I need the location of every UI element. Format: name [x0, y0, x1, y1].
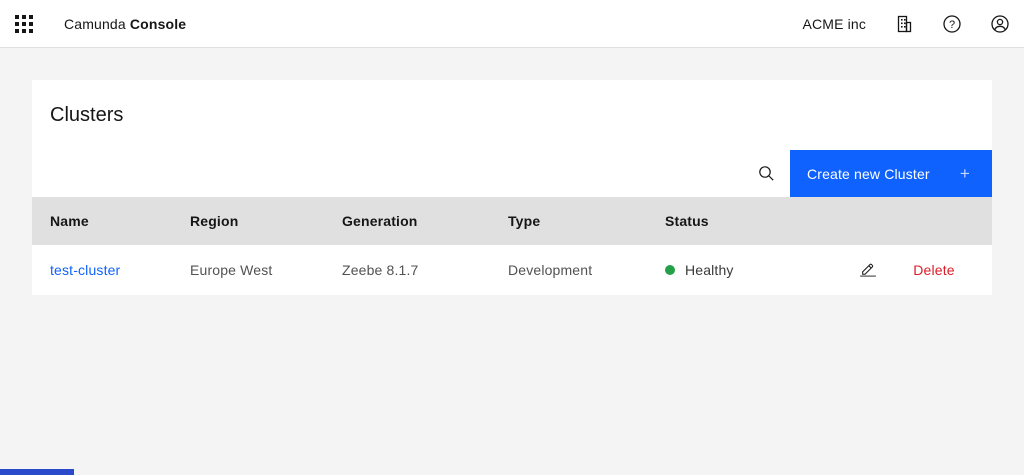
column-header-generation: Generation: [342, 213, 418, 229]
cell-name: test-cluster: [50, 262, 190, 278]
organization-name: ACME inc: [802, 15, 866, 32]
healthy-status-dot: [665, 265, 675, 275]
column-header-name: Name: [50, 213, 89, 229]
plus-icon: +: [959, 163, 970, 183]
user-menu-button[interactable]: [976, 0, 1024, 47]
cell-edit: [844, 257, 892, 283]
cell-status: Healthy: [665, 262, 844, 278]
svg-text:?: ?: [949, 19, 955, 31]
help-icon: ?: [943, 14, 961, 33]
column-header-type: Type: [508, 213, 541, 229]
organization-button[interactable]: [880, 0, 928, 47]
edit-pencil-icon: [860, 263, 876, 277]
column-header-status: Status: [665, 213, 709, 229]
product-name: Console: [129, 15, 187, 32]
cell-generation: Zeebe 8.1.7: [342, 262, 419, 278]
brand-name: Camunda: [64, 15, 126, 32]
create-new-cluster-label: Create new Cluster: [807, 165, 930, 182]
cell-delete: Delete: [892, 262, 976, 278]
card-title-row: Clusters: [32, 80, 992, 150]
clusters-toolbar: Create new Cluster +: [32, 150, 992, 197]
user-avatar-icon: [991, 14, 1009, 33]
delete-cluster-button[interactable]: Delete: [913, 262, 954, 278]
status-label: Healthy: [685, 262, 734, 278]
app-switcher-icon: [15, 14, 33, 33]
clusters-card: Clusters Create new Cluster + Name Regio…: [32, 80, 992, 295]
top-navigation-bar: Camunda Console ACME inc ?: [0, 0, 1024, 48]
page-title: Clusters: [50, 103, 124, 126]
cluster-name-link[interactable]: test-cluster: [50, 262, 120, 278]
app-switcher-button[interactable]: [0, 0, 48, 47]
column-header-region: Region: [190, 213, 239, 229]
create-new-cluster-button[interactable]: Create new Cluster +: [790, 150, 992, 197]
edit-cluster-button[interactable]: [855, 257, 881, 283]
search-icon: [758, 166, 774, 181]
table-row: test-cluster Europe West Zeebe 8.1.7 Dev…: [32, 245, 992, 295]
cell-type: Development: [508, 262, 593, 278]
app-title: Camunda Console: [64, 16, 186, 32]
partial-bottom-element[interactable]: [0, 469, 74, 475]
search-button[interactable]: [742, 150, 790, 197]
help-button[interactable]: ?: [928, 0, 976, 47]
cell-region: Europe West: [190, 262, 273, 278]
table-header-row: Name Region Generation Type Status: [32, 197, 992, 245]
building-icon: [897, 15, 912, 32]
